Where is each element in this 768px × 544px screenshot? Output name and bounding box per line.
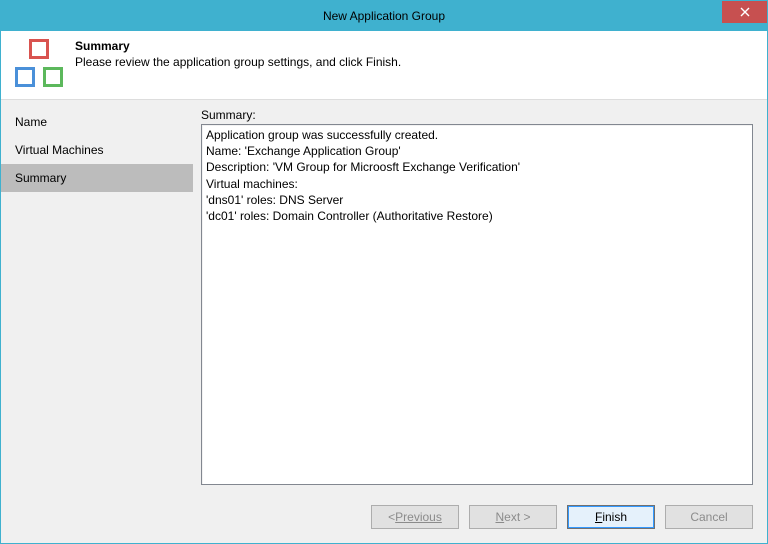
content-area: Summary: Application group was successfu… [193, 100, 767, 493]
window-title: New Application Group [1, 9, 767, 23]
page-subtitle: Please review the application group sett… [75, 55, 401, 69]
close-button[interactable] [722, 1, 767, 23]
close-icon [740, 7, 750, 17]
cancel-button: Cancel [665, 505, 753, 529]
summary-textbox[interactable]: Application group was successfully creat… [201, 124, 753, 485]
step-nav: Name Virtual Machines Summary [1, 100, 193, 493]
next-button: Next > [469, 505, 557, 529]
nav-step-name[interactable]: Name [1, 108, 193, 136]
nav-step-summary[interactable]: Summary [1, 164, 193, 192]
previous-button: < Previous [371, 505, 459, 529]
wizard-header: Summary Please review the application gr… [1, 31, 767, 100]
page-title: Summary [75, 39, 401, 53]
wizard-body: Name Virtual Machines Summary Summary: A… [1, 100, 767, 493]
header-text: Summary Please review the application gr… [63, 39, 401, 87]
summary-label: Summary: [201, 108, 753, 122]
titlebar: New Application Group [1, 1, 767, 31]
button-bar: < Previous Next > Finish Cancel [1, 493, 767, 543]
nav-step-virtual-machines[interactable]: Virtual Machines [1, 136, 193, 164]
wizard-window: New Application Group Summary Please rev… [0, 0, 768, 544]
app-group-icon [15, 39, 63, 87]
finish-button[interactable]: Finish [567, 505, 655, 529]
